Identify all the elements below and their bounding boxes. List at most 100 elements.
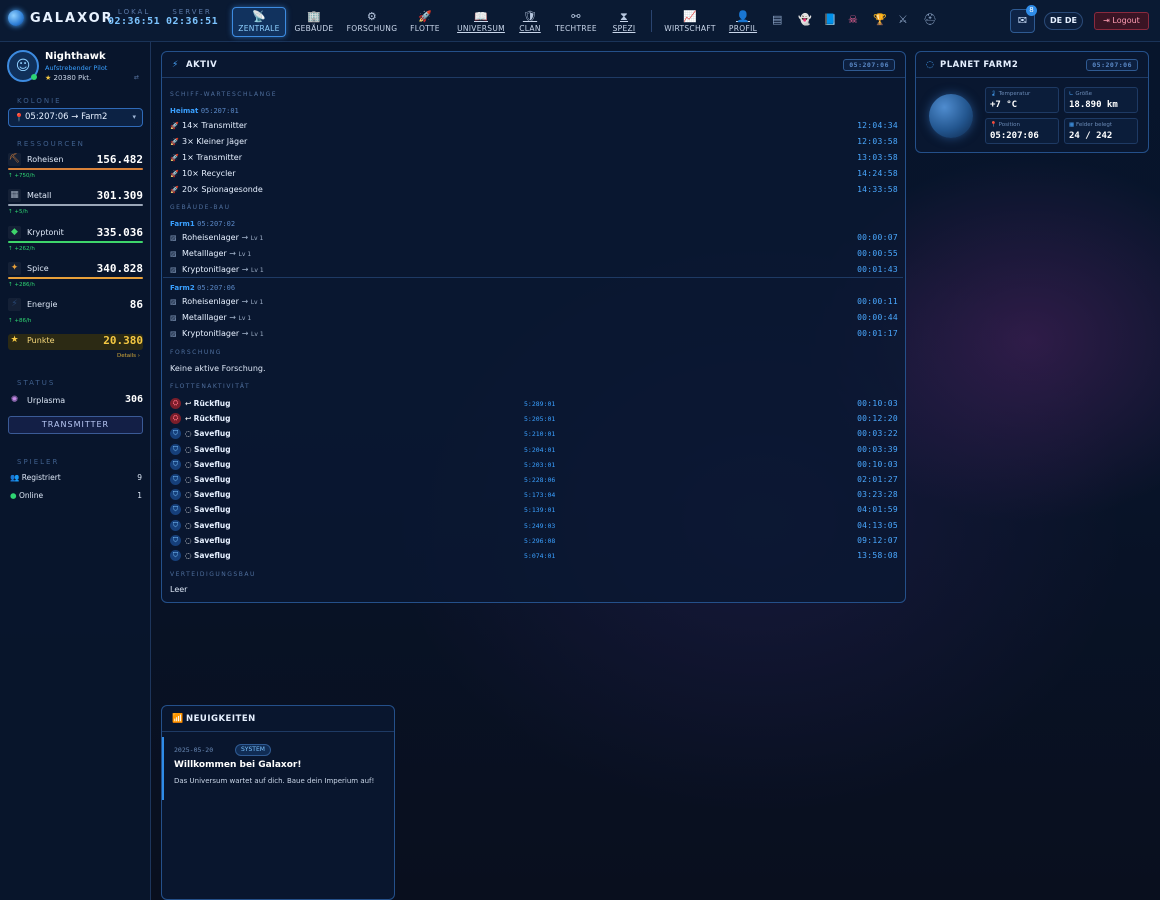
save-shield-icon: ◌ <box>185 459 194 469</box>
building-level: Lv 1 <box>250 235 264 242</box>
ghost-icon[interactable]: 👻 <box>798 13 812 26</box>
profile-icon: 👤 <box>736 10 750 23</box>
tab-label: CLAN <box>519 24 541 33</box>
profile-title: Aufstrebender Pilot <box>45 64 108 72</box>
helmet-icon[interactable]: ⛑ <box>923 13 937 26</box>
tab-zentrale[interactable]: 📡 ZENTRALE <box>232 7 286 37</box>
users-icon: 👥 <box>10 473 22 482</box>
fleet-target-coord[interactable]: 5:204:01 <box>524 443 555 457</box>
points-label: Punkte <box>27 336 55 345</box>
ship-icon: 🚀 <box>170 170 179 178</box>
fleet-row[interactable]: ⛭ ↩ Rückflug 5:205:01 00:12:20 <box>170 412 898 426</box>
fleet-target-coord[interactable]: 5:074:01 <box>524 549 555 563</box>
fleet-time: 13:58:08 <box>857 551 898 560</box>
tab-spezi[interactable]: ⧗ SPEZI <box>611 7 637 37</box>
fleet-target-coord[interactable]: 5:139:01 <box>524 503 555 517</box>
fleet-type: Saveflug <box>193 459 231 469</box>
fleet-row[interactable]: ⛉ ◌ Saveflug 5:210:01 00:03:22 <box>170 427 898 441</box>
fleet-type: Saveflug <box>193 490 231 500</box>
online-dot-icon: ● <box>10 491 19 500</box>
tab-flotte[interactable]: 🚀 FLOTTE <box>407 7 443 37</box>
galaxy-logo-icon <box>8 10 24 26</box>
profile-name[interactable]: Nighthawk <box>45 51 106 62</box>
planet-stat-label: 📍 Position <box>990 122 1020 128</box>
logo[interactable]: GALAXOR <box>8 10 114 26</box>
fleet-row[interactable]: ⛉ ◌ Saveflug 5:173:04 03:23:28 <box>170 488 898 502</box>
fleet-row[interactable]: ⛉ ◌ Saveflug 5:228:06 02:01:27 <box>170 473 898 487</box>
resource-rate: ↑ +286/h <box>8 282 35 288</box>
points-details-link[interactable]: Details › <box>117 353 140 359</box>
resource-rate-value: +286/h <box>14 282 35 288</box>
tab-gebäude[interactable]: 🏢 GEBÄUDE <box>293 7 335 37</box>
save-shield-icon: ◌ <box>185 535 194 545</box>
news-panel: 📶 NEUIGKEITEN <box>161 705 395 900</box>
tab-universum[interactable]: 📖 UNIVERSUM <box>456 7 506 37</box>
return-arrow-icon: ↩ <box>185 399 194 408</box>
tab-label: FLOTTE <box>410 24 440 33</box>
tab-techtree[interactable]: ⚯ TECHTREE <box>555 7 597 37</box>
fleet-row[interactable]: ⛉ ◌ Saveflug 5:139:01 04:01:59 <box>170 503 898 517</box>
resource-rate-value: +5/h <box>14 209 28 215</box>
fleet-target-coord[interactable]: 5:228:06 <box>524 473 555 487</box>
building-time: 00:01:17 <box>857 329 898 338</box>
fleet-row[interactable]: ⛉ ◌ Saveflug 5:249:03 04:13:05 <box>170 519 898 533</box>
return-icon: ⛭ <box>170 398 181 409</box>
tab-profil[interactable]: 👤 PROFIL <box>726 7 760 37</box>
server-clock-value: 02:36:51 <box>166 16 219 27</box>
fleet-target-coord[interactable]: 5:289:01 <box>524 397 555 411</box>
resource-metall[interactable]: ▦ Metall 301.309 ↑ +5/h <box>8 189 143 215</box>
resource-kryptonit[interactable]: ◆ Kryptonit 335.036 ↑ +262/h <box>8 226 143 252</box>
save-shield-icon: ◌ <box>185 444 194 454</box>
ship-queue-header: SCHIFF-WARTESCHLANGE <box>170 91 278 98</box>
points-row[interactable]: ★ Punkte 20.380 Details › <box>8 334 143 359</box>
tab-wirtschaft[interactable]: 📈 WIRTSCHAFT <box>663 7 717 37</box>
tab-label: SPEZI <box>612 24 636 33</box>
ship-icon: 🚀 <box>170 138 179 146</box>
fleet-row[interactable]: ⛉ ◌ Saveflug 5:074:01 13:58:08 <box>170 549 898 563</box>
store-icon[interactable]: ▤ <box>772 13 782 26</box>
research-icon: ⚙ <box>366 10 378 23</box>
logout-button[interactable]: ⇥ Logout <box>1094 12 1149 30</box>
resource-spice[interactable]: ✦ Spice 340.828 ↑ +286/h <box>8 262 143 288</box>
fleet-target-coord[interactable]: 5:249:03 <box>524 519 555 533</box>
fleet-target-coord[interactable]: 5:296:08 <box>524 534 555 548</box>
active-coord-badge: 05:207:06 <box>843 59 895 71</box>
colony-select[interactable]: 📍 05:207:06 → Farm2 ▾ <box>8 108 143 127</box>
news-panel-title: NEUIGKEITEN <box>186 714 256 724</box>
fleet-row[interactable]: ⛉ ◌ Saveflug 5:203:01 00:10:03 <box>170 458 898 472</box>
resource-rate: ↑ +5/h <box>8 209 28 215</box>
fleet-target-coord[interactable]: 5:210:01 <box>524 427 555 441</box>
transmitter-button[interactable]: TRANSMITTER <box>8 416 143 434</box>
swap-icon[interactable]: ⇄ <box>134 74 139 81</box>
language-switch[interactable]: DE DE <box>1044 12 1083 30</box>
planet-stat-label: ▦ Felder belegt <box>1069 122 1112 128</box>
fleet-row[interactable]: ⛭ ↩ Rückflug 5:289:01 00:10:03 <box>170 397 898 411</box>
resource-value: 86 <box>129 298 143 311</box>
tab-forschung[interactable]: ⚙ FORSCHUNG <box>347 7 397 37</box>
resource-label: Roheisen <box>27 155 64 164</box>
resource-roheisen[interactable]: ⛏ Roheisen 156.482 ↑ +750/h <box>8 153 143 179</box>
shield-icon: ⛉ <box>170 474 181 485</box>
building-arrow: → <box>241 265 249 274</box>
news-headline[interactable]: Willkommen bei Galaxor! <box>174 760 301 770</box>
fleet-target-coord[interactable]: 5:205:01 <box>524 412 555 426</box>
shield-icon: ⛉ <box>170 489 181 501</box>
trophy-icon[interactable]: 🏆 <box>873 13 887 26</box>
planet-stat-label-text: Größe <box>1075 91 1092 97</box>
skull-icon[interactable]: ☠ <box>848 13 858 26</box>
planet-stat-value: 05:207:06 <box>990 131 1039 141</box>
fleet-target-coord[interactable]: 5:203:01 <box>524 458 555 472</box>
fleet-time: 00:03:39 <box>857 444 898 454</box>
fleet-row[interactable]: ⛉ ◌ Saveflug 5:204:01 00:03:39 <box>170 443 898 457</box>
tab-clan[interactable]: 🛡 CLAN <box>516 7 544 37</box>
building-icon: ▨ <box>170 298 177 306</box>
planet-ring-icon: ◌ <box>926 60 935 70</box>
swords-icon[interactable]: ⚔ <box>898 13 908 26</box>
shield-icon: ⛉ <box>170 519 181 531</box>
fleet-target-coord[interactable]: 5:173:04 <box>524 488 555 502</box>
book-blue-icon[interactable]: 📘 <box>823 13 837 26</box>
resource-energie[interactable]: ⚡ Energie 86 ↑ +86/h <box>8 298 143 324</box>
building-group-farm1: Farm1 05:207:02 <box>170 220 235 228</box>
server-clock-label: SERVER <box>172 8 212 16</box>
fleet-row[interactable]: ⛉ ◌ Saveflug 5:296:08 09:12:07 <box>170 534 898 548</box>
